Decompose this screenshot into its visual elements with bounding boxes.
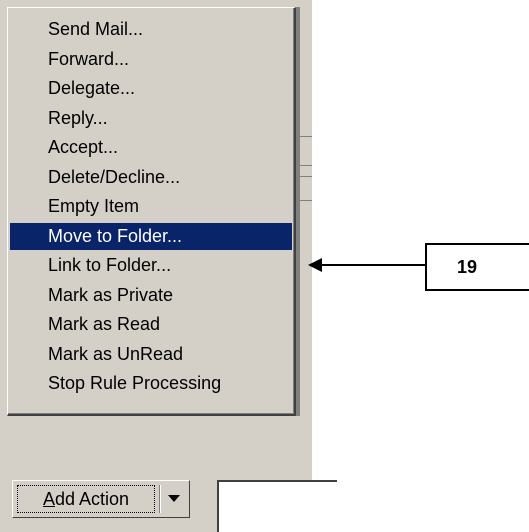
add-action-menu: Send Mail... Forward... Delegate... Reply..… [7,7,296,416]
callout-arrow-line [320,264,425,266]
menu-item[interactable]: Mark as UnRead [10,341,292,368]
callout-number: 19 [425,243,529,291]
rule-description-box[interactable] [217,480,337,532]
add-action-button[interactable]: Add Action [12,480,190,518]
background-divider [300,136,312,137]
menu-item[interactable]: Accept... [10,134,292,161]
dropdown-arrow-icon[interactable] [168,495,180,502]
menu-item[interactable]: Empty Item [10,193,292,220]
menu-item[interactable]: Link to Folder... [10,252,292,279]
menu-item[interactable]: Delegate... [10,75,292,102]
background-divider [300,165,312,166]
add-action-rest: dd Action [54,489,130,509]
background-divider [300,200,312,201]
menu-item[interactable]: Delete/Decline... [10,164,292,191]
add-action-label: Add Action [17,485,155,513]
menu-item[interactable]: Send Mail... [10,16,292,43]
menu-item[interactable]: Mark as Read [10,311,292,338]
menu-item[interactable]: Reply... [10,105,292,132]
menu-shadow [296,7,300,416]
menu-item[interactable]: Stop Rule Processing [10,370,292,397]
menu-item[interactable]: Move to Folder... [10,222,292,250]
background-divider [300,176,312,177]
screen: Send Mail... Forward... Delegate... Reply..… [0,0,529,532]
button-divider [159,485,160,513]
add-action-mnemonic: A [42,489,55,509]
menu-item[interactable]: Forward... [10,46,292,73]
menu-item[interactable]: Mark as Private [10,282,292,309]
